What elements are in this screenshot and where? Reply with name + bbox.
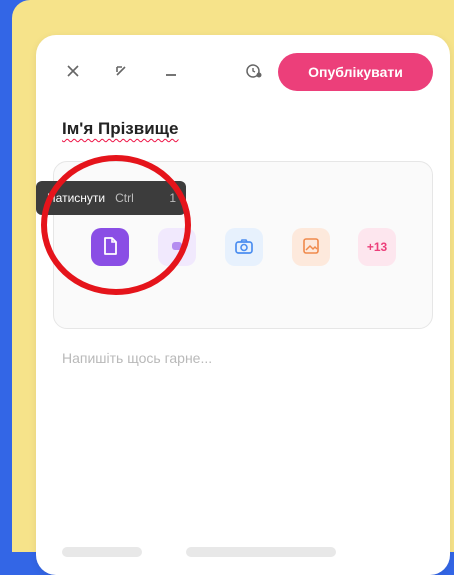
timer-icon[interactable] <box>241 58 267 84</box>
attach-gif-button[interactable] <box>158 228 196 266</box>
gif-icon <box>170 239 184 256</box>
tooltip-label: Натиснути <box>47 191 106 205</box>
post-text-input[interactable]: Напишіть щось гарне... <box>62 350 212 366</box>
shortcut-tooltip: Натиснути Ctrl 1 <box>36 181 186 215</box>
footer-info <box>62 547 142 557</box>
close-icon[interactable] <box>60 58 86 84</box>
image-icon <box>302 237 320 258</box>
attach-camera-button[interactable] <box>225 228 263 266</box>
attach-file-button[interactable] <box>91 228 129 266</box>
tooltip-key: 1 <box>169 191 176 205</box>
camera-icon <box>234 237 254 258</box>
attach-image-button[interactable] <box>292 228 330 266</box>
publish-button[interactable]: Опублікувати <box>278 53 433 91</box>
attach-more-button[interactable]: +13 <box>358 228 396 266</box>
tooltip-shortcut: Ctrl <box>115 191 134 205</box>
post-editor-card: Опублікувати Ім'я Прізвище Натиснути Ctr… <box>36 35 450 575</box>
footer-info <box>186 547 336 557</box>
author-name: Ім'я Прізвище <box>62 119 179 138</box>
minimize-icon[interactable] <box>158 58 184 84</box>
file-icon <box>101 236 119 259</box>
collapse-icon[interactable] <box>108 58 134 84</box>
